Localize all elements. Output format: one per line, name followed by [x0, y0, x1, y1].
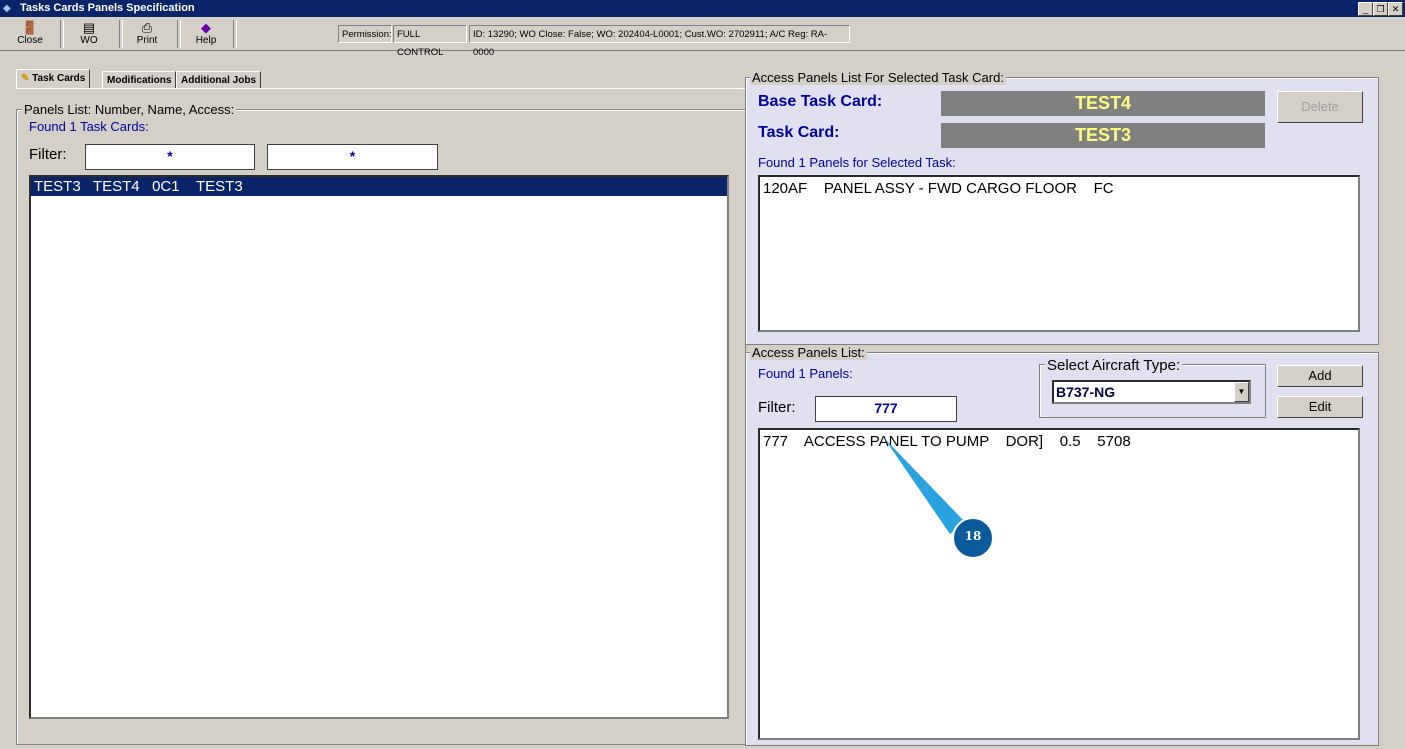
- base-task-card-value: TEST4: [941, 91, 1265, 116]
- close-button[interactable]: 🚪 Close: [4, 20, 56, 50]
- printer-icon: ⎙: [141, 20, 153, 35]
- access-panels-title: Access Panels List:: [750, 345, 867, 360]
- wo-button[interactable]: ▤ WO: [63, 20, 115, 50]
- help-label: Help: [195, 35, 217, 46]
- found-panels-for-task: Found 1 Panels for Selected Task:: [758, 155, 956, 170]
- access-panels-list[interactable]: 777 ACCESS PANEL TO PUMP DOR] 0.5 5708: [758, 428, 1360, 740]
- edit-icon: ✎: [21, 73, 30, 84]
- filter-input-2[interactable]: *: [267, 144, 438, 170]
- task-cards-list[interactable]: TEST3 TEST4 0C1 TEST3: [29, 175, 729, 719]
- help-book-icon: ◆: [201, 20, 211, 35]
- selected-panels-title: Access Panels List For Selected Task Car…: [750, 70, 1006, 85]
- minimize-button[interactable]: _: [1358, 2, 1373, 16]
- tab-task-cards[interactable]: ✎ Task Cards: [16, 69, 91, 89]
- list-item[interactable]: 120AF PANEL ASSY - FWD CARGO FLOOR FC: [763, 180, 1355, 197]
- print-label: Print: [136, 35, 158, 46]
- restore-button[interactable]: ❐: [1373, 2, 1388, 16]
- filter-input-1[interactable]: *: [85, 144, 255, 170]
- found-panels: Found 1 Panels:: [758, 366, 853, 381]
- aircraft-type-select[interactable]: B737-NG ▼: [1052, 380, 1251, 404]
- aircraft-type-label: Select Aircraft Type:: [1045, 357, 1183, 374]
- help-button[interactable]: ◆ Help: [180, 20, 232, 50]
- base-task-card-label: Base Task Card:: [758, 93, 883, 110]
- add-button[interactable]: Add: [1277, 365, 1363, 387]
- door-icon: 🚪: [21, 20, 39, 35]
- callout-number: 18: [964, 529, 982, 543]
- tab-additional-jobs[interactable]: Additional Jobs: [176, 71, 261, 89]
- wo-icon: ▤: [82, 20, 96, 35]
- task-card-label: Task Card:: [758, 124, 840, 141]
- tab-modifications[interactable]: Modifications: [102, 71, 177, 89]
- list-item[interactable]: TEST3 TEST4 0C1 TEST3: [31, 177, 727, 196]
- app-icon: ◆: [3, 3, 11, 14]
- wo-label: WO: [80, 35, 98, 46]
- close-label: Close: [17, 35, 43, 46]
- work-order-info: ID: 13290; WO Close: False; WO: 202404-L…: [469, 25, 850, 58]
- found-task-cards: Found 1 Task Cards:: [29, 119, 149, 134]
- list-item[interactable]: 777 ACCESS PANEL TO PUMP DOR] 0.5 5708: [763, 433, 1355, 450]
- separator: [233, 20, 237, 48]
- filter-label: Filter:: [29, 146, 67, 163]
- tab-label: Modifications: [107, 75, 172, 86]
- aircraft-type-value: B737-NG: [1056, 384, 1116, 400]
- panel-filter-input[interactable]: 777: [815, 396, 957, 422]
- panel-filter-label: Filter:: [758, 399, 796, 416]
- tab-label: Additional Jobs: [181, 75, 256, 86]
- tab-label: Task Cards: [32, 73, 86, 84]
- print-button[interactable]: ⎙ Print: [121, 20, 173, 50]
- panels-list-title: Panels List: Number, Name, Access:: [22, 102, 237, 117]
- task-panels-list[interactable]: 120AF PANEL ASSY - FWD CARGO FLOOR FC: [758, 175, 1360, 332]
- chevron-down-icon[interactable]: ▼: [1234, 382, 1249, 402]
- close-window-button[interactable]: ✕: [1388, 2, 1403, 16]
- permission-value: FULL CONTROL: [393, 25, 467, 58]
- edit-button[interactable]: Edit: [1277, 396, 1363, 418]
- permission-label: Permission:: [338, 25, 392, 43]
- delete-button[interactable]: Delete: [1277, 91, 1363, 123]
- window-title: Tasks Cards Panels Specification: [20, 2, 195, 14]
- title-bar: Tasks Cards Panels Specification: [0, 0, 1405, 17]
- tab-line: [16, 88, 746, 89]
- task-card-value: TEST3: [941, 123, 1265, 148]
